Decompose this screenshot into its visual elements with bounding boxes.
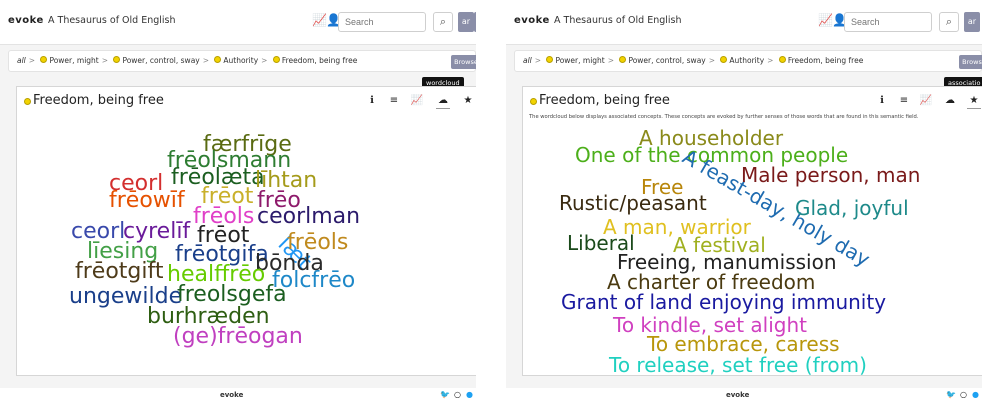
breadcrumb: all > Power, might > Power, control, sway >…: [8, 50, 476, 72]
wordcloud: færfrīgefrēolsmannceorl frēolætalīhtanfrē…: [69, 132, 360, 349]
search-input[interactable]: [338, 12, 426, 32]
breadcrumb-trail: all > Power, might > Power, control, sway >…: [523, 56, 864, 65]
association-word[interactable]: Male person, man: [741, 163, 920, 187]
right-screenshot-pane: evoke A Thesaurus of Old English 📈 👤 ⌕ a…: [506, 0, 982, 400]
content-card: Freedom, being free ℹ ≡ 📈 ☁ ★ færfrīge fr…: [16, 86, 476, 376]
footer-logo[interactable]: evoke: [726, 391, 749, 399]
twitter-icon[interactable]: 🐦: [946, 390, 956, 399]
breadcrumb-trail: all > Power, might > Power, control, sway >…: [17, 56, 358, 65]
wordcloud-word[interactable]: (ge)frēogan: [173, 324, 303, 349]
browse-button[interactable]: Browse: [959, 55, 982, 69]
font-button[interactable]: ar: [458, 12, 474, 32]
user-icon[interactable]: ●: [972, 390, 979, 399]
letter-button[interactable]: b: [474, 12, 476, 32]
crumb-2[interactable]: Power, control, sway: [122, 56, 199, 65]
crumb-1[interactable]: Power, might: [555, 56, 604, 65]
association-cloud: A householderOne of the common peopleA f…: [559, 126, 920, 377]
search-button[interactable]: ⌕: [433, 12, 453, 32]
crumb-3[interactable]: Authority: [223, 56, 258, 65]
user-icon[interactable]: ●: [466, 390, 473, 399]
github-icon[interactable]: ○: [454, 390, 461, 399]
top-navbar: evoke A Thesaurus of Old English 📈 👤 ⌕ a…: [0, 0, 476, 45]
wordcloud-word[interactable]: frēowīf: [109, 188, 186, 213]
crumb-2[interactable]: Power, control, sway: [628, 56, 705, 65]
footer: evoke 🐦 ○ ●: [0, 388, 476, 400]
crumb-4[interactable]: Freedom, being free: [282, 56, 357, 65]
crumb-3[interactable]: Authority: [729, 56, 764, 65]
left-screenshot-pane: evoke A Thesaurus of Old English 📈 👤 ⌕ a…: [0, 0, 476, 400]
association-word[interactable]: Glad, joyful: [795, 196, 909, 220]
chart-icon[interactable]: 📈: [312, 13, 327, 27]
association-word[interactable]: Rustic/peasant: [559, 191, 707, 215]
association-word[interactable]: To release, set free (from): [608, 353, 867, 377]
search-button[interactable]: ⌕: [939, 12, 959, 32]
app-title: A Thesaurus of Old English: [554, 15, 682, 26]
crumb-1[interactable]: Power, might: [49, 56, 98, 65]
twitter-icon[interactable]: 🐦: [440, 390, 450, 399]
wordcloud-word[interactable]: frēotgift: [75, 259, 164, 284]
breadcrumb: all > Power, might > Power, control, sway >…: [514, 50, 982, 72]
association-word[interactable]: Grant of land enjoying immunity: [561, 290, 886, 314]
crumb-all[interactable]: all: [17, 56, 26, 65]
github-icon[interactable]: ○: [960, 390, 967, 399]
content-card: Freedom, being free ℹ ≡ 📈 ☁ ★ The wordcl…: [522, 86, 982, 377]
crumb-all[interactable]: all: [523, 56, 532, 65]
browse-button[interactable]: Browse: [451, 55, 476, 69]
search-input[interactable]: [844, 12, 932, 32]
footer: evoke 🐦 ○ ●: [506, 388, 982, 400]
logo[interactable]: evoke: [514, 15, 550, 26]
logo[interactable]: evoke: [8, 15, 44, 26]
footer-logo[interactable]: evoke: [220, 391, 243, 399]
wordcloud-word[interactable]: ceorlman: [257, 204, 360, 229]
top-navbar: evoke A Thesaurus of Old English 📈 👤 ⌕ a…: [506, 0, 982, 45]
font-button[interactable]: ar: [964, 12, 980, 32]
app-title: A Thesaurus of Old English: [48, 15, 176, 26]
crumb-4[interactable]: Freedom, being free: [788, 56, 863, 65]
chart-icon[interactable]: 📈: [818, 13, 833, 27]
